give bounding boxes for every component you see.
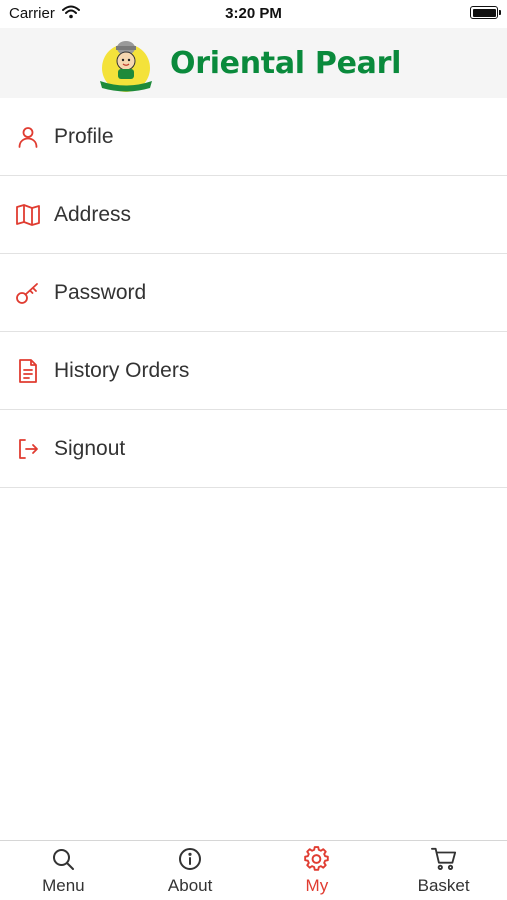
- status-time: 3:20 PM: [225, 5, 282, 22]
- mascot-logo: [100, 41, 152, 92]
- map-icon: [14, 201, 42, 229]
- menu-item-password[interactable]: Password: [0, 254, 507, 332]
- tab-label: Menu: [42, 876, 85, 895]
- cart-icon: [430, 846, 457, 872]
- key-icon: [14, 279, 42, 307]
- gear-icon: [304, 846, 330, 872]
- menu-item-address[interactable]: Address: [0, 176, 507, 254]
- tab-my[interactable]: My: [254, 841, 381, 900]
- tab-menu[interactable]: Menu: [0, 841, 127, 900]
- menu-item-history-orders[interactable]: History Orders: [0, 332, 507, 410]
- menu-item-profile[interactable]: Profile: [0, 98, 507, 176]
- status-bar: Carrier 3:20 PM: [0, 0, 507, 28]
- tab-label: Basket: [417, 876, 470, 895]
- menu-item-label: Signout: [54, 436, 126, 460]
- menu-item-signout[interactable]: Signout: [0, 410, 507, 488]
- battery-icon: [470, 6, 501, 19]
- tab-label: My: [305, 876, 329, 895]
- menu-item-label: Address: [54, 202, 132, 226]
- tab-about[interactable]: About: [127, 841, 254, 900]
- brand-title: Oriental Pearl: [170, 46, 402, 81]
- account-menu: Profile Address Password History Orders …: [0, 98, 507, 488]
- menu-item-label: History Orders: [54, 358, 190, 382]
- user-icon: [14, 123, 42, 151]
- document-icon: [14, 357, 42, 385]
- tab-bar: Menu About My Basket: [0, 840, 507, 900]
- signout-icon: [14, 435, 42, 463]
- menu-item-label: Password: [54, 280, 147, 304]
- info-icon: [177, 846, 203, 872]
- menu-item-label: Profile: [54, 124, 114, 148]
- tab-basket[interactable]: Basket: [380, 841, 507, 900]
- tab-label: About: [167, 876, 213, 895]
- app-header: Oriental Pearl: [0, 28, 507, 98]
- search-icon: [50, 846, 76, 872]
